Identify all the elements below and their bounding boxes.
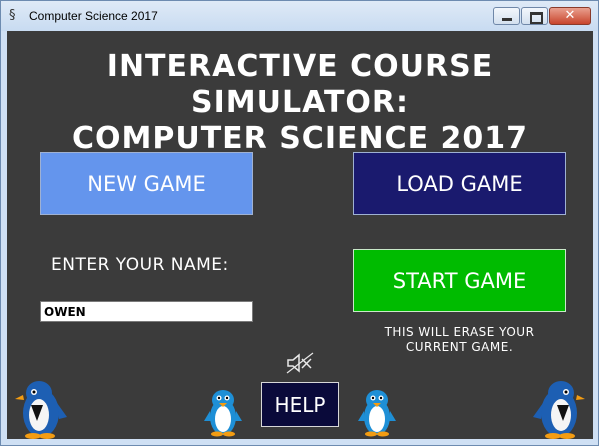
window-title: Computer Science 2017 [29,9,158,23]
name-prompt-label: ENTER YOUR NAME: [51,255,229,275]
load-game-button[interactable]: LOAD GAME [353,152,566,215]
name-input[interactable] [40,301,253,322]
penguin-icon [204,390,242,437]
page-title: INTERACTIVE COURSE SIMULATOR: COMPUTER S… [7,49,593,157]
close-icon: ✕ [564,8,576,23]
title-bar[interactable]: § Computer Science 2017 ✕ [1,1,598,31]
erase-warning-line-1: THIS WILL ERASE YOUR [384,325,535,339]
help-button[interactable]: HELP [261,382,339,427]
title-line-1: INTERACTIVE COURSE SIMULATOR: [106,49,494,120]
erase-warning-text: THIS WILL ERASE YOUR CURRENT GAME. [353,325,566,355]
minimize-button[interactable] [493,7,520,25]
minimize-icon [502,18,512,21]
erase-warning-line-2: CURRENT GAME. [405,340,514,354]
penguin-icon [358,390,396,437]
speaker-muted-icon[interactable] [285,351,315,375]
game-canvas: INTERACTIVE COURSE SIMULATOR: COMPUTER S… [7,31,593,439]
maximize-button[interactable] [521,7,548,25]
penguin-icon [15,381,67,439]
app-window: § Computer Science 2017 ✕ INTERACTIVE CO… [0,0,599,446]
penguin-icon [533,381,585,439]
start-game-button[interactable]: START GAME [353,249,566,312]
app-icon: § [9,8,16,23]
close-button[interactable]: ✕ [549,7,591,25]
maximize-icon [530,12,543,24]
new-game-button[interactable]: NEW GAME [40,152,253,215]
